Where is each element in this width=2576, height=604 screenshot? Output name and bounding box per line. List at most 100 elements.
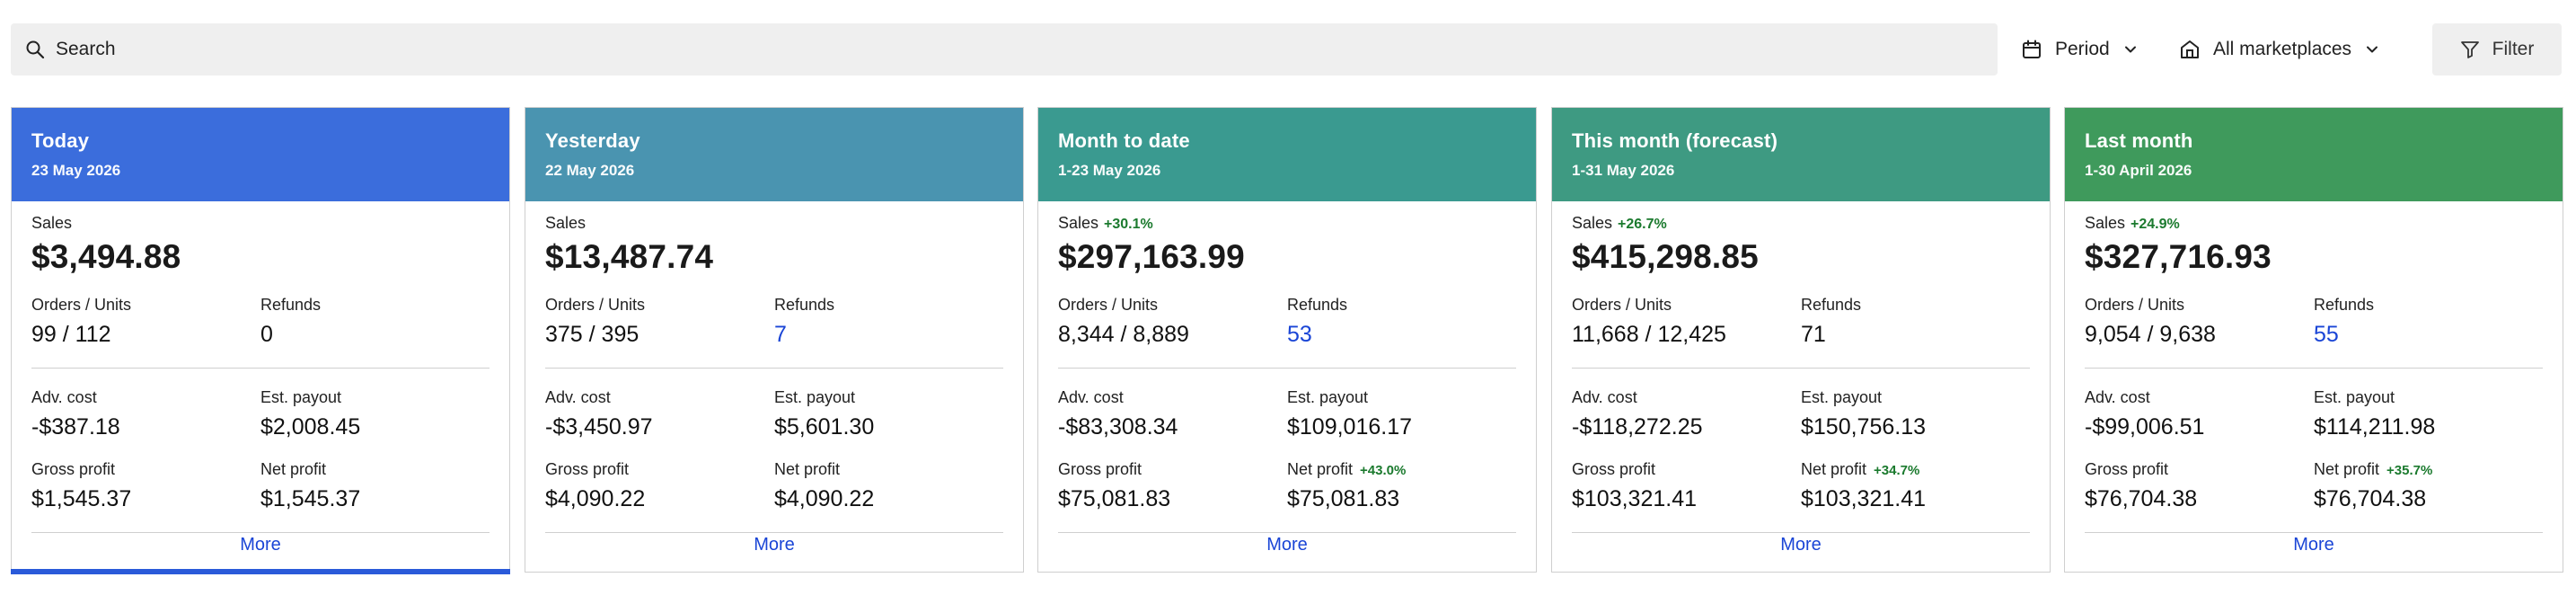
gross-profit-value: $1,545.37 [31, 486, 132, 511]
refunds-label: Refunds [1801, 296, 1862, 314]
sales-delta: +26.7% [1618, 217, 1667, 232]
card-today[interactable]: Today 23 May 2026 Sales $3,494.88 Orders… [11, 107, 510, 574]
orders-refunds-row: Orders / Units 11,668 / 12,425 Refunds 71 [1572, 296, 2030, 348]
orders-value: 11,668 / 12,425 [1572, 322, 1726, 347]
card-body: Sales +24.9% $327,716.93 Orders / Units 9,… [2065, 201, 2563, 533]
card-header: Last month 1-30 April 2026 [2065, 108, 2563, 201]
refunds-link[interactable]: 53 [1287, 322, 1516, 348]
card-title: Today [31, 129, 90, 152]
more-link[interactable]: More [1552, 535, 2050, 555]
refunds-label: Refunds [2314, 296, 2375, 314]
est-payout-label: Est. payout [774, 388, 856, 406]
profit-row: Gross profit $103,321.41 Net profit +34.7%… [1572, 460, 2030, 512]
refunds-label: Refunds [260, 296, 322, 314]
profit-row: Gross profit $75,081.83 Net profit +43.0% $… [1058, 460, 1516, 512]
card-date: 1-30 April 2026 [2085, 162, 2192, 179]
gross-profit-label: Gross profit [1572, 460, 1656, 478]
gross-profit-value: $103,321.41 [1572, 486, 1698, 511]
refunds-label: Refunds [1287, 296, 1348, 314]
gross-profit-label: Gross profit [31, 460, 116, 478]
search-input[interactable]: Search [11, 23, 1998, 76]
net-profit-label-row: Net profit +34.7% [1801, 460, 2030, 479]
net-profit-label-row: Net profit +35.7% [2314, 460, 2543, 479]
card-header: This month (forecast) 1-31 May 2026 [1552, 108, 2050, 201]
net-profit-label: Net profit [774, 460, 841, 478]
est-payout-label: Est. payout [1287, 388, 1369, 406]
est-payout-value: $109,016.17 [1287, 414, 1413, 440]
orders-value: 9,054 / 9,638 [2085, 322, 2216, 347]
card-last-month[interactable]: Last month 1-30 April 2026 Sales +24.9% $… [2064, 107, 2563, 573]
card-month-to-date[interactable]: Month to date 1-23 May 2026 Sales +30.1% … [1037, 107, 1537, 573]
profit-row: Gross profit $76,704.38 Net profit +35.7% $… [2085, 460, 2543, 512]
net-profit-label-row: Net profit +43.0% [1287, 460, 1516, 479]
divider [545, 532, 1003, 533]
refunds-value: 0 [260, 322, 273, 347]
period-label: Period [2055, 39, 2110, 59]
filter-label: Filter [2492, 39, 2535, 59]
net-profit-label-row: Net profit [260, 460, 490, 479]
store-icon [2177, 37, 2202, 62]
est-payout-value: $5,601.30 [774, 414, 875, 440]
net-profit-label: Net profit [260, 460, 327, 478]
divider [1572, 532, 2030, 533]
search-placeholder: Search [56, 39, 116, 59]
chevron-down-icon [2122, 41, 2139, 58]
net-profit-value: $4,090.22 [774, 486, 875, 511]
sales-label: Sales [2085, 214, 2126, 232]
sales-label-row: Sales [31, 214, 490, 233]
card-header: Yesterday 22 May 2026 [525, 108, 1023, 201]
card-title: This month (forecast) [1572, 129, 1778, 152]
divider [2085, 368, 2543, 369]
filter-button[interactable]: Filter [2432, 23, 2562, 76]
sales-value: $327,716.93 [2085, 238, 2272, 275]
net-profit-delta: +43.0% [1360, 463, 1407, 478]
divider [1058, 368, 1516, 369]
sales-label-row: Sales +26.7% [1572, 214, 2030, 233]
period-dropdown[interactable]: Period [2019, 23, 2139, 76]
sales-value: $415,298.85 [1572, 238, 1759, 275]
more-link[interactable]: More [525, 535, 1023, 555]
net-profit-value: $76,704.38 [2314, 486, 2427, 511]
card-body: Sales +26.7% $415,298.85 Orders / Units 11… [1552, 201, 2050, 533]
orders-refunds-row: Orders / Units 99 / 112 Refunds 0 [31, 296, 490, 348]
marketplace-dropdown[interactable]: All marketplaces [2177, 23, 2380, 76]
sales-value: $13,487.74 [545, 238, 714, 275]
net-profit-delta: +35.7% [2386, 463, 2433, 478]
card-this-month-forecast[interactable]: This month (forecast) 1-31 May 2026 Sale… [1551, 107, 2051, 573]
card-header: Today 23 May 2026 [12, 108, 509, 201]
divider [2085, 532, 2543, 533]
adv-cost-value: -$99,006.51 [2085, 414, 2205, 440]
sales-label-row: Sales +30.1% [1058, 214, 1516, 233]
adv-cost-label: Adv. cost [545, 388, 611, 406]
adv-cost-value: -$387.18 [31, 414, 120, 440]
profit-row: Gross profit $1,545.37 Net profit $1,545.3… [31, 460, 490, 512]
adv-payout-row: Adv. cost -$3,450.97 Est. payout $5,601.30 [545, 388, 1003, 440]
more-link[interactable]: More [12, 535, 509, 555]
card-yesterday[interactable]: Yesterday 22 May 2026 Sales $13,487.74 O… [525, 107, 1024, 573]
orders-label: Orders / Units [545, 296, 646, 314]
more-link[interactable]: More [1038, 535, 1536, 555]
adv-cost-label: Adv. cost [31, 388, 97, 406]
orders-refunds-row: Orders / Units 8,344 / 8,889 Refunds 53 [1058, 296, 1516, 348]
marketplace-label: All marketplaces [2213, 39, 2352, 59]
orders-refunds-row: Orders / Units 375 / 395 Refunds 7 [545, 296, 1003, 348]
sales-label-row: Sales +24.9% [2085, 214, 2543, 233]
sales-value: $297,163.99 [1058, 238, 1245, 275]
sales-label: Sales [31, 214, 73, 232]
net-profit-value: $1,545.37 [260, 486, 361, 511]
card-title: Yesterday [545, 129, 640, 152]
adv-cost-value: -$83,308.34 [1058, 414, 1178, 440]
net-profit-label: Net profit [2314, 460, 2380, 478]
net-profit-label: Net profit [1801, 460, 1867, 478]
refunds-link[interactable]: 7 [774, 322, 1003, 348]
gross-profit-value: $75,081.83 [1058, 486, 1171, 511]
est-payout-value: $114,211.98 [2314, 414, 2436, 440]
card-title: Month to date [1058, 129, 1190, 152]
net-profit-label-row: Net profit [774, 460, 1003, 479]
gross-profit-label: Gross profit [1058, 460, 1142, 478]
orders-label: Orders / Units [31, 296, 132, 314]
card-date: 1-31 May 2026 [1572, 162, 1675, 179]
more-link[interactable]: More [2065, 535, 2563, 555]
refunds-link[interactable]: 55 [2314, 322, 2543, 348]
adv-payout-row: Adv. cost -$99,006.51 Est. payout $114,211… [2085, 388, 2543, 440]
